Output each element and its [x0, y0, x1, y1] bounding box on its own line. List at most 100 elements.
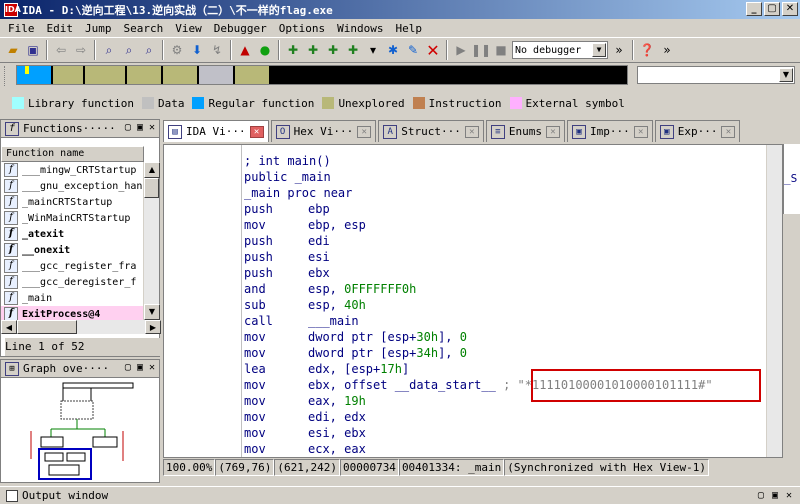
scroll-thumb[interactable] — [144, 178, 159, 198]
scroll-right-icon[interactable]: ▶ — [145, 320, 161, 334]
functions-pane-header[interactable]: f Functions····· ▢ ▣ ✕ — [1, 120, 159, 138]
function-list-item[interactable]: f ___gcc_register_fra — [1, 258, 144, 274]
add-struct-icon[interactable]: ✚ — [304, 41, 322, 59]
binary-search-icon[interactable]: ⌕ — [100, 41, 118, 59]
pane-close-icon[interactable]: ✕ — [149, 122, 155, 133]
scroll-thumb[interactable] — [17, 320, 77, 334]
back-arrow-icon[interactable]: ⇦ — [52, 41, 70, 59]
start-debug-icon[interactable]: ▶ — [452, 41, 470, 59]
view-tab[interactable]: ▣ Imp··· ✕ — [566, 120, 653, 142]
tab-close-icon[interactable]: ✕ — [464, 125, 479, 138]
patch-icon[interactable]: ⚙ — [168, 41, 186, 59]
forward-arrow-icon[interactable]: ⇨ — [72, 41, 90, 59]
disassembly-line[interactable]: public _main — [244, 169, 713, 185]
menu-file[interactable]: File — [2, 22, 41, 35]
pane-dock-icon[interactable]: ▣ — [772, 490, 778, 501]
pane-dock-icon[interactable]: ▣ — [137, 362, 143, 373]
menu-view[interactable]: View — [169, 22, 208, 35]
disassembly-line[interactable]: _main proc near — [244, 185, 713, 201]
immediate-search-icon[interactable]: ⌕ — [140, 41, 158, 59]
text-search-icon[interactable]: ⌕ — [120, 41, 138, 59]
edit-icon[interactable]: ✎ — [404, 41, 422, 59]
menu-options[interactable]: Options — [273, 22, 331, 35]
disassembly-line[interactable]: mov dword ptr [esp+34h], 0 — [244, 345, 713, 361]
view-tab[interactable]: ▤ IDA Vi··· ✕ — [163, 120, 269, 142]
chevron-down-icon[interactable]: ▼ — [779, 68, 793, 82]
functions-vertical-scrollbar[interactable]: ▲ ▼ — [143, 162, 160, 320]
jump-down-icon[interactable]: ⬇ — [188, 41, 206, 59]
disassembly-line[interactable]: push ebp — [244, 201, 713, 217]
disassembly-vertical-scrollbar[interactable] — [766, 145, 782, 457]
navigation-band[interactable] — [16, 65, 628, 85]
maximize-button[interactable]: ▢ — [764, 2, 780, 16]
xref-icon[interactable]: ↯ — [208, 41, 226, 59]
disassembly-view[interactable]: ; int main() public _main _main proc near p… — [163, 144, 783, 458]
disassembly-line[interactable]: mov ecx, eax — [244, 441, 713, 457]
menu-edit[interactable]: Edit — [41, 22, 80, 35]
disassembly-line[interactable]: push edi — [244, 233, 713, 249]
scroll-left-icon[interactable]: ◀ — [1, 320, 17, 334]
help-icon[interactable]: ❓ — [638, 41, 656, 59]
add-enum-icon[interactable]: ✚ — [324, 41, 342, 59]
output-window-bar[interactable]: Output window ▢ ▣ ✕ — [0, 486, 800, 504]
pane-close-icon[interactable]: ✕ — [786, 490, 792, 501]
star-icon[interactable]: ✱ — [384, 41, 402, 59]
tab-close-icon[interactable]: ✕ — [545, 125, 560, 138]
toolbar-grip[interactable] — [4, 66, 8, 86]
functions-horizontal-scrollbar[interactable]: ◀ ▶ — [1, 320, 161, 334]
graph-overview-canvas[interactable] — [1, 379, 159, 483]
function-list-item[interactable]: f _main — [1, 290, 144, 306]
disassembly-line[interactable]: and esp, 0FFFFFFF0h — [244, 281, 713, 297]
function-list-item[interactable]: f ___mingw_CRTStartup — [1, 162, 144, 178]
add-member-icon[interactable]: ✚ — [344, 41, 362, 59]
minimize-button[interactable]: _ — [746, 2, 762, 16]
disassembly-line[interactable]: mov ebp, esp — [244, 217, 713, 233]
menu-search[interactable]: Search — [118, 22, 170, 35]
view-tab[interactable]: ≡ Enums ✕ — [485, 120, 565, 142]
disassembly-line[interactable]: push esi — [244, 249, 713, 265]
disassembly-code[interactable]: ; int main() public _main _main proc near p… — [244, 153, 713, 457]
save-icon[interactable]: ▣ — [24, 41, 42, 59]
function-list-item[interactable]: f _atexit — [1, 226, 144, 242]
menu-jump[interactable]: Jump — [79, 22, 118, 35]
debugger-select[interactable]: No debugger ▼ — [512, 41, 608, 59]
disassembly-line[interactable]: sub esp, 40h — [244, 297, 713, 313]
menu-debugger[interactable]: Debugger — [208, 22, 273, 35]
function-list-item[interactable]: f _mainCRTStartup — [1, 194, 144, 210]
pane-float-icon[interactable]: ▢ — [758, 490, 764, 501]
toolbar-overflow-icon[interactable]: » — [610, 41, 628, 59]
function-list-item[interactable]: f _WinMainCRTStartup — [1, 210, 144, 226]
disassembly-line[interactable]: mov dword ptr [esp+30h], 0 — [244, 329, 713, 345]
tab-close-icon[interactable]: ✕ — [249, 125, 264, 138]
scroll-down-icon[interactable]: ▼ — [144, 304, 160, 320]
pane-float-icon[interactable]: ▢ — [125, 122, 131, 133]
title-bar[interactable]: IDA IDA - D:\逆向工程\13.逆向实战（二）\不一样的flag.ex… — [0, 0, 800, 19]
disassembly-line[interactable]: mov esi, ebx — [244, 425, 713, 441]
chevron-down-icon[interactable]: ▼ — [592, 43, 606, 57]
open-file-icon[interactable]: ▰ — [4, 41, 22, 59]
disassembly-line[interactable]: push ebx — [244, 265, 713, 281]
stop-debug-icon[interactable]: ■ — [492, 41, 510, 59]
tab-close-icon[interactable]: ✕ — [633, 125, 648, 138]
disassembly-line[interactable]: mov edi, edx — [244, 409, 713, 425]
delete-red-x-icon[interactable]: ✕ — [424, 41, 442, 60]
disassembly-line[interactable]: ; int main() — [244, 153, 713, 169]
view-tab[interactable]: O Hex Vi··· ✕ — [270, 120, 377, 142]
close-button[interactable]: ✕ — [782, 2, 798, 16]
pane-close-icon[interactable]: ✕ — [149, 362, 155, 373]
segment-combo[interactable]: ▼ — [637, 66, 795, 84]
dropdown-arrow-icon[interactable]: ▾ — [364, 41, 382, 59]
tab-close-icon[interactable]: ✕ — [721, 125, 736, 138]
graph-overview-header[interactable]: ⊞ Graph ove···· ▢ ▣ ✕ — [1, 360, 159, 378]
view-tab[interactable]: ▣ Exp··· ✕ — [654, 120, 741, 142]
disassembly-line[interactable]: call ___main — [244, 313, 713, 329]
menu-windows[interactable]: Windows — [331, 22, 389, 35]
scroll-up-icon[interactable]: ▲ — [144, 162, 160, 178]
add-segment-icon[interactable]: ✚ — [284, 41, 302, 59]
function-list-item[interactable]: f ___gcc_deregister_f — [1, 274, 144, 290]
menu-help[interactable]: Help — [389, 22, 428, 35]
pause-debug-icon[interactable]: ❚❚ — [471, 41, 491, 59]
function-list-item[interactable]: f __onexit — [1, 242, 144, 258]
run-green-icon[interactable]: ● — [256, 41, 274, 59]
pane-dock-icon[interactable]: ▣ — [137, 122, 143, 133]
